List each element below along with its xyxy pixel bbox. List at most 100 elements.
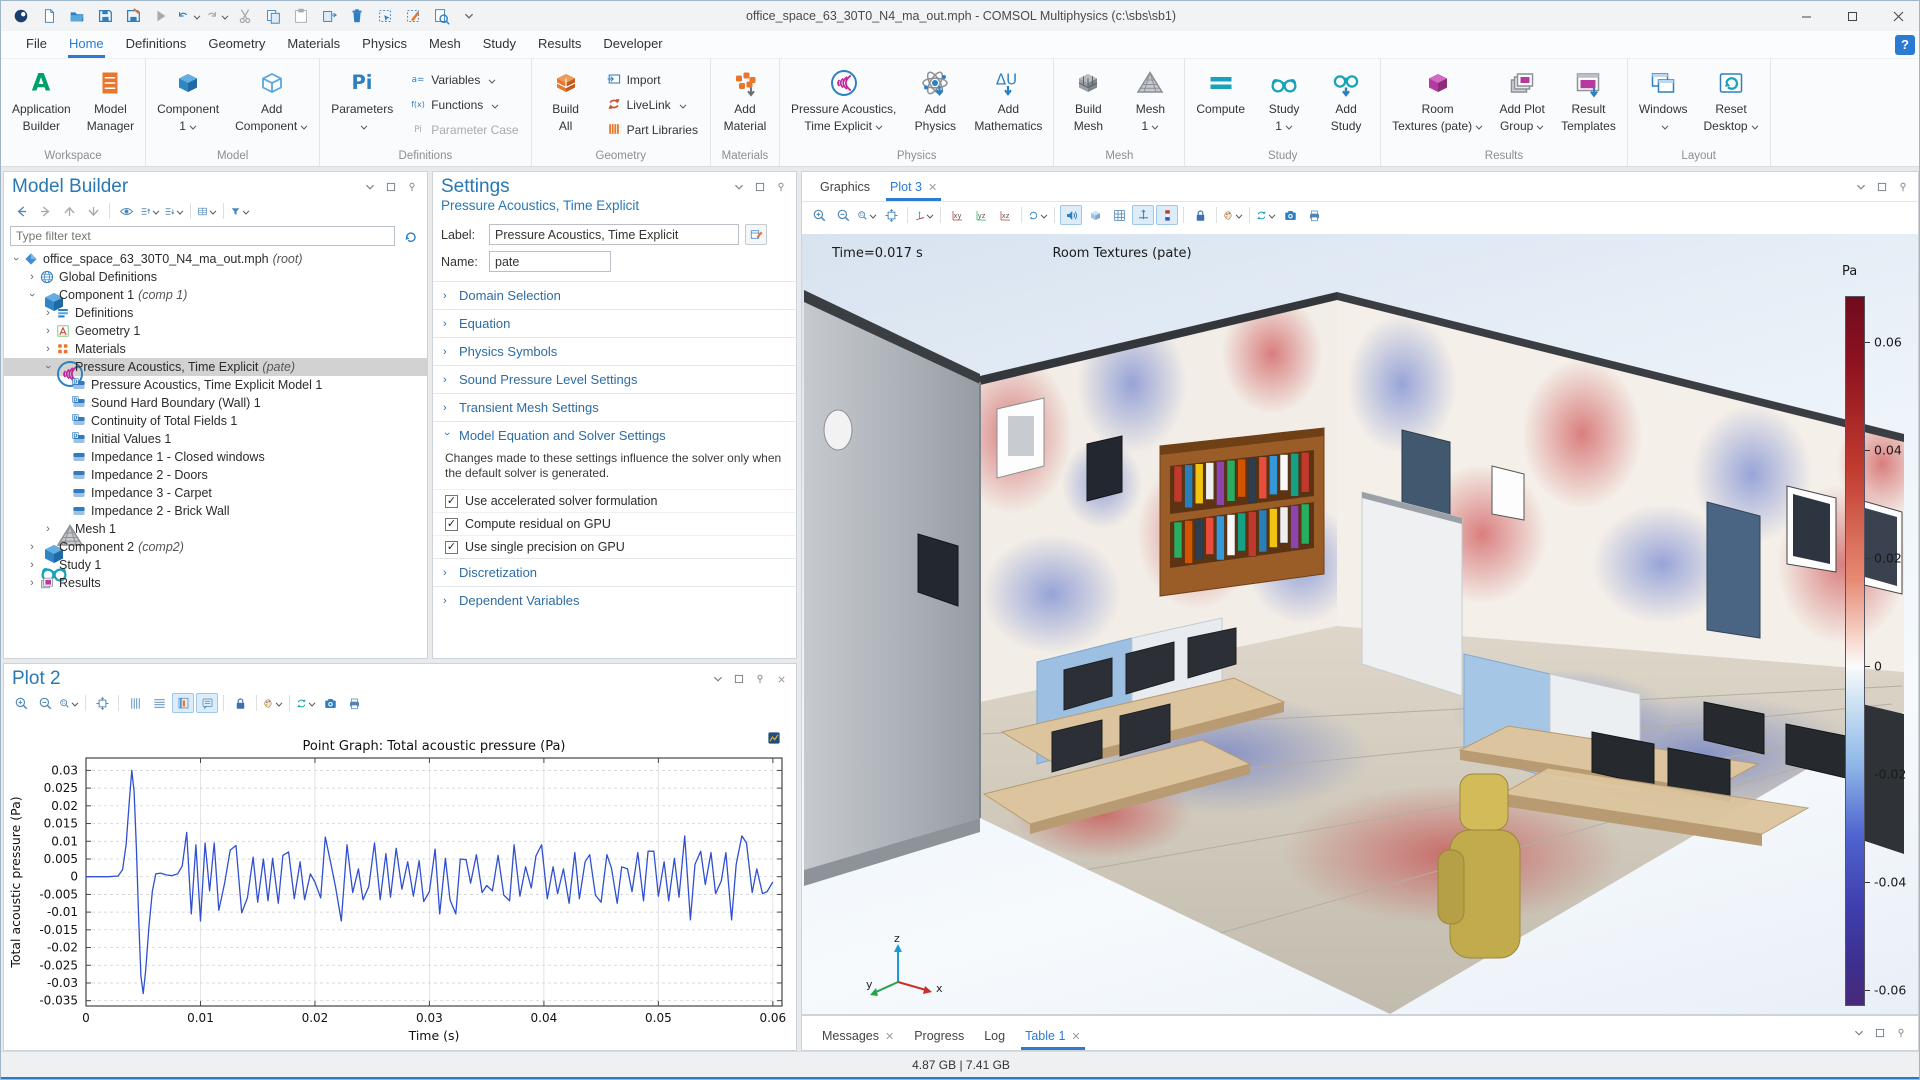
new-file-icon[interactable] [37, 5, 61, 27]
checkbox-icon[interactable]: ✓ [445, 494, 458, 508]
redo-icon[interactable] [205, 5, 229, 27]
bottom-tab-log[interactable]: Log [974, 1024, 1015, 1050]
tree-item-component-2[interactable]: › Component 2 (comp2) [4, 538, 427, 563]
grid-v-icon[interactable] [124, 693, 146, 713]
tree-item-sound-hard-boundary-wall-1[interactable]: D Sound Hard Boundary (Wall) 1 [4, 394, 427, 412]
checkbox-icon[interactable]: ✓ [445, 517, 458, 531]
menu-results[interactable]: Results [527, 32, 592, 57]
expand-chevron-icon[interactable]: › [443, 402, 451, 414]
labelbox-icon[interactable] [196, 693, 218, 713]
expand-chevron-icon[interactable]: › [42, 307, 54, 319]
tree-item-mesh-1[interactable]: › Mesh 1 [4, 520, 427, 546]
ribbon-button-mesh-1[interactable]: Mesh 1 [1120, 62, 1180, 148]
save-icon[interactable] [93, 5, 117, 27]
zoom-extents-icon[interactable] [880, 205, 902, 225]
zoom-out-icon[interactable] [34, 693, 56, 713]
expand-chevron-icon[interactable]: › [443, 318, 451, 330]
ribbon-button-component-1[interactable]: Component 1 [150, 62, 226, 148]
plane-yz-icon[interactable]: yz [970, 205, 992, 225]
refresh-filter-icon[interactable] [399, 226, 421, 246]
arrow-up-icon[interactable] [58, 201, 80, 221]
ribbon-button-add-component[interactable]: Add Component [228, 62, 315, 148]
ribbon-button-parameters[interactable]: Pi Parameters [324, 62, 400, 148]
paste-icon[interactable] [289, 5, 313, 27]
tree-item-impedance-3-carpet[interactable]: Impedance 3 - Carpet [4, 484, 427, 502]
section-transient-mesh-settings[interactable]: › Transient Mesh Settings [433, 393, 796, 421]
collapse-chevron-icon[interactable]: › [26, 289, 38, 301]
expand-chevron-icon[interactable]: › [26, 541, 38, 553]
ribbon-button-variables[interactable]: a= Variables [406, 69, 522, 92]
arrow-right-icon[interactable] [34, 201, 56, 221]
zoom-out-icon[interactable] [832, 205, 854, 225]
graphics-tab-graphics[interactable]: Graphics [810, 175, 880, 201]
camera-icon[interactable] [1279, 205, 1301, 225]
float-panel-icon[interactable] [384, 180, 398, 194]
bottom-tab-table-1[interactable]: Table 1 ✕ [1015, 1024, 1091, 1050]
ribbon-button-add-study[interactable]: Add Study [1316, 62, 1376, 148]
scene-sync-icon[interactable] [295, 693, 317, 713]
float-panel-icon[interactable] [1875, 180, 1889, 194]
eye-icon[interactable] [115, 201, 137, 221]
grid3-icon[interactable] [1108, 205, 1130, 225]
grid-h-icon[interactable] [148, 693, 170, 713]
expand-chevron-icon[interactable]: › [26, 577, 38, 589]
menu-file[interactable]: File [15, 32, 58, 57]
toolbar-options-icon[interactable] [457, 5, 481, 27]
open-icon[interactable] [65, 5, 89, 27]
section-physics-symbols[interactable]: › Physics Symbols [433, 337, 796, 365]
pin-icon[interactable] [405, 180, 419, 194]
label-field[interactable] [489, 224, 739, 245]
zoom-box-icon[interactable] [58, 693, 80, 713]
ribbon-button-part-libraries[interactable]: Part Libraries [602, 119, 702, 142]
rename-label-button[interactable] [745, 224, 767, 245]
lock-icon[interactable] [1189, 205, 1211, 225]
duplicate-icon[interactable] [317, 5, 341, 27]
expand-list-icon[interactable] [163, 201, 185, 221]
section-equation[interactable]: › Equation [433, 309, 796, 337]
section-sound-pressure-level-settings[interactable]: › Sound Pressure Level Settings [433, 365, 796, 393]
tree-item-materials[interactable]: › Materials [4, 340, 427, 358]
print-icon[interactable] [1303, 205, 1325, 225]
ribbon-button-functions[interactable]: f(x) Functions [406, 94, 522, 117]
expand-chevron-icon[interactable]: › [26, 271, 38, 283]
tree-item-office-space-63-30t0-n4-ma-out-mph[interactable]: › office_space_63_30T0_N4_ma_out.mph (root… [4, 250, 427, 268]
checkbox-compute-residual-on-gpu[interactable]: ✓ Compute residual on GPU [433, 512, 796, 535]
ribbon-button-compute[interactable]: Compute [1189, 62, 1252, 148]
tree-item-impedance-2-doors[interactable]: Impedance 2 - Doors [4, 466, 427, 484]
colorbar-ic-icon[interactable] [1156, 205, 1178, 225]
tree-item-definitions[interactable]: › Definitions [4, 304, 427, 322]
tree-item-global-definitions[interactable]: › Global Definitions [4, 268, 427, 286]
transparency-icon[interactable] [1084, 205, 1106, 225]
palette-icon[interactable] [262, 693, 284, 713]
close-tab-icon[interactable]: ✕ [885, 1030, 894, 1043]
arrow-down-icon[interactable] [82, 201, 104, 221]
expand-chevron-icon[interactable]: › [42, 343, 54, 355]
expand-chevron-icon[interactable]: › [26, 559, 38, 571]
zoom-box-icon[interactable] [856, 205, 878, 225]
pin-icon[interactable] [774, 180, 788, 194]
ribbon-button-model-manager[interactable]: Model Manager [80, 62, 141, 148]
cut-icon[interactable] [233, 5, 257, 27]
menu-geometry[interactable]: Geometry [197, 32, 276, 57]
section-domain-selection[interactable]: › Domain Selection [433, 281, 796, 309]
zoom-extents-icon[interactable] [91, 693, 113, 713]
menu-materials[interactable]: Materials [276, 32, 351, 57]
panel-menu-icon[interactable] [711, 672, 725, 686]
copy-icon[interactable] [261, 5, 285, 27]
help-button[interactable]: ? [1895, 34, 1915, 55]
tree-item-geometry-1[interactable]: › Geometry 1 [4, 322, 427, 340]
pin-icon[interactable] [1894, 1026, 1908, 1040]
checkbox-use-accelerated-solver-formulation[interactable]: ✓ Use accelerated solver formulation [433, 489, 796, 512]
play-icon[interactable] [149, 5, 173, 27]
expand-chevron-icon[interactable]: › [443, 595, 451, 607]
tree-item-results[interactable]: › Results [4, 574, 427, 592]
print-icon[interactable] [343, 693, 365, 713]
name-field[interactable] [489, 251, 611, 272]
bottom-tab-progress[interactable]: Progress [904, 1024, 974, 1050]
tree-item-impedance-1-closed-windows[interactable]: Impedance 1 - Closed windows [4, 448, 427, 466]
ribbon-button-build-mesh[interactable]: Build Mesh [1058, 62, 1118, 148]
checkbox-icon[interactable]: ✓ [445, 540, 458, 554]
arrow-left-icon[interactable] [10, 201, 32, 221]
ribbon-button-result-templates[interactable]: Result Templates [1554, 62, 1623, 148]
expand-chevron-icon[interactable]: › [42, 325, 54, 337]
